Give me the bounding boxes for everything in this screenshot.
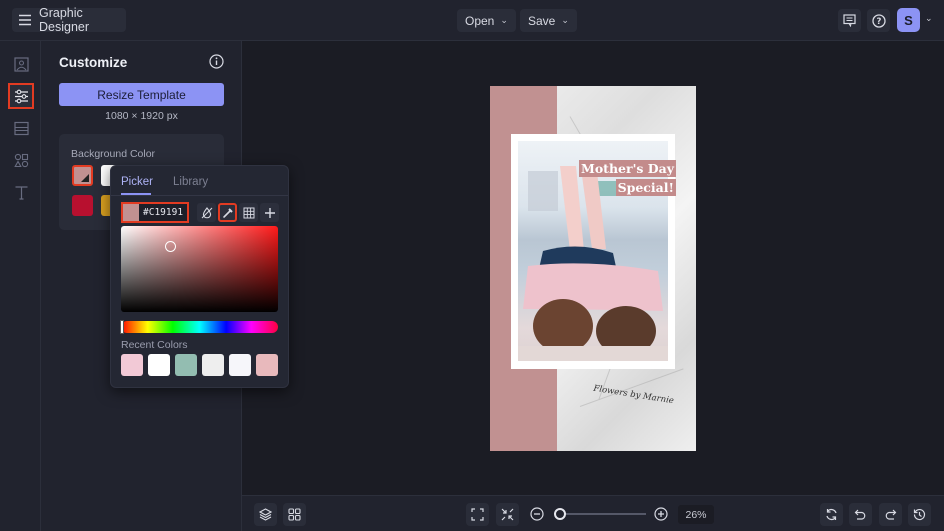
help-icon: ? <box>871 13 886 28</box>
recent-color-swatch[interactable] <box>202 354 224 376</box>
recent-color-swatch[interactable] <box>256 354 278 376</box>
hex-value: #C19191 <box>143 207 184 218</box>
sliders-icon <box>14 89 29 104</box>
recent-color-swatch[interactable] <box>121 354 143 376</box>
tab-picker[interactable]: Picker <box>121 176 153 188</box>
swatch-crimson[interactable] <box>72 195 93 216</box>
zoom-slider-track[interactable] <box>560 513 646 515</box>
zoom-percentage[interactable]: 26% <box>678 505 714 524</box>
chevron-down-icon: ⌄ <box>561 15 569 25</box>
recent-color-swatch[interactable] <box>148 354 170 376</box>
svg-text:?: ? <box>876 17 881 27</box>
grid-icon <box>243 207 255 219</box>
layers-icon <box>259 508 272 521</box>
tool-rail <box>0 41 41 531</box>
help-button[interactable]: ? <box>867 9 890 32</box>
grid-view-icon <box>288 508 301 521</box>
background-color-label: Background Color <box>71 148 156 160</box>
collapse-icon <box>501 508 514 521</box>
swatch-current-color[interactable] <box>72 165 93 186</box>
add-color-button[interactable] <box>260 203 279 222</box>
layout-icon <box>13 121 29 136</box>
tab-library[interactable]: Library <box>173 176 208 188</box>
shapes-icon <box>13 153 29 168</box>
poster-title-line2[interactable]: Special! <box>615 179 676 196</box>
expand-icon <box>471 508 484 521</box>
plus-icon <box>264 207 276 219</box>
refresh-icon <box>825 508 838 521</box>
open-dropdown-button[interactable]: Open ⌄ <box>457 9 516 32</box>
panel-title: Customize <box>59 55 128 70</box>
history-icon <box>913 508 926 521</box>
color-picker-popup: Picker Library #C19191 Recent Colors <box>110 165 289 388</box>
palette-grid-button[interactable] <box>239 203 258 222</box>
image-icon <box>13 56 29 72</box>
fit-to-screen-button[interactable] <box>466 503 489 526</box>
history-button[interactable] <box>908 503 931 526</box>
rail-item-text[interactable] <box>8 179 34 205</box>
rail-item-photos[interactable] <box>8 51 34 77</box>
rail-item-graphics[interactable] <box>8 147 34 173</box>
top-bar: Graphic Designer Open ⌄ Save ⌄ ? S ⌄ <box>0 0 944 41</box>
rail-item-layout[interactable] <box>8 115 34 141</box>
chevron-down-icon: ⌄ <box>500 15 508 25</box>
eyedropper-icon <box>222 207 234 219</box>
chevron-down-icon[interactable]: ⌄ <box>925 13 933 24</box>
undo-button[interactable] <box>849 503 872 526</box>
app-menu-button[interactable]: Graphic Designer <box>12 6 126 34</box>
hue-slider-handle[interactable] <box>120 320 124 334</box>
zoom-out-icon[interactable] <box>530 507 544 521</box>
open-label: Open <box>465 13 495 28</box>
no-color-button[interactable] <box>197 203 216 222</box>
comments-button[interactable] <box>838 9 861 32</box>
zoom-in-icon[interactable] <box>654 507 668 521</box>
recent-color-swatch[interactable] <box>175 354 197 376</box>
resize-template-button[interactable]: Resize Template <box>59 83 224 106</box>
info-icon[interactable] <box>209 54 224 69</box>
no-color-icon <box>201 206 213 219</box>
color-picker-handle[interactable] <box>165 241 176 252</box>
comment-icon <box>843 14 856 27</box>
save-dropdown-button[interactable]: Save ⌄ <box>520 9 577 32</box>
hamburger-icon <box>18 14 32 26</box>
text-icon <box>14 185 29 200</box>
layers-button[interactable] <box>254 503 277 526</box>
redo-icon <box>884 508 897 521</box>
poster-title-line1[interactable]: Mother's Day <box>579 160 676 177</box>
redo-button[interactable] <box>879 503 902 526</box>
pages-grid-button[interactable] <box>283 503 306 526</box>
template-dimensions: 1080 × 1920 px <box>105 110 178 122</box>
zoom-slider-handle[interactable] <box>554 508 566 520</box>
rail-item-customize[interactable] <box>8 83 34 109</box>
eyedropper-button[interactable] <box>218 203 237 222</box>
app-title: Graphic Designer <box>39 6 90 34</box>
undo-icon <box>854 508 867 521</box>
saturation-value-area[interactable] <box>121 226 278 312</box>
tab-divider <box>111 195 288 196</box>
user-avatar[interactable]: S <box>897 8 920 32</box>
current-color-preview <box>123 204 139 221</box>
recent-color-swatch[interactable] <box>229 354 251 376</box>
hue-slider[interactable] <box>121 321 278 333</box>
recent-colors-label: Recent Colors <box>121 339 188 351</box>
bottom-toolbar: 26% <box>242 495 944 531</box>
design-canvas[interactable]: Mother's Day Special! Flowers by Marnie <box>490 86 696 451</box>
refresh-button[interactable] <box>820 503 843 526</box>
hex-color-input[interactable]: #C19191 <box>121 202 189 223</box>
save-label: Save <box>528 13 556 28</box>
shrink-button[interactable] <box>496 503 519 526</box>
